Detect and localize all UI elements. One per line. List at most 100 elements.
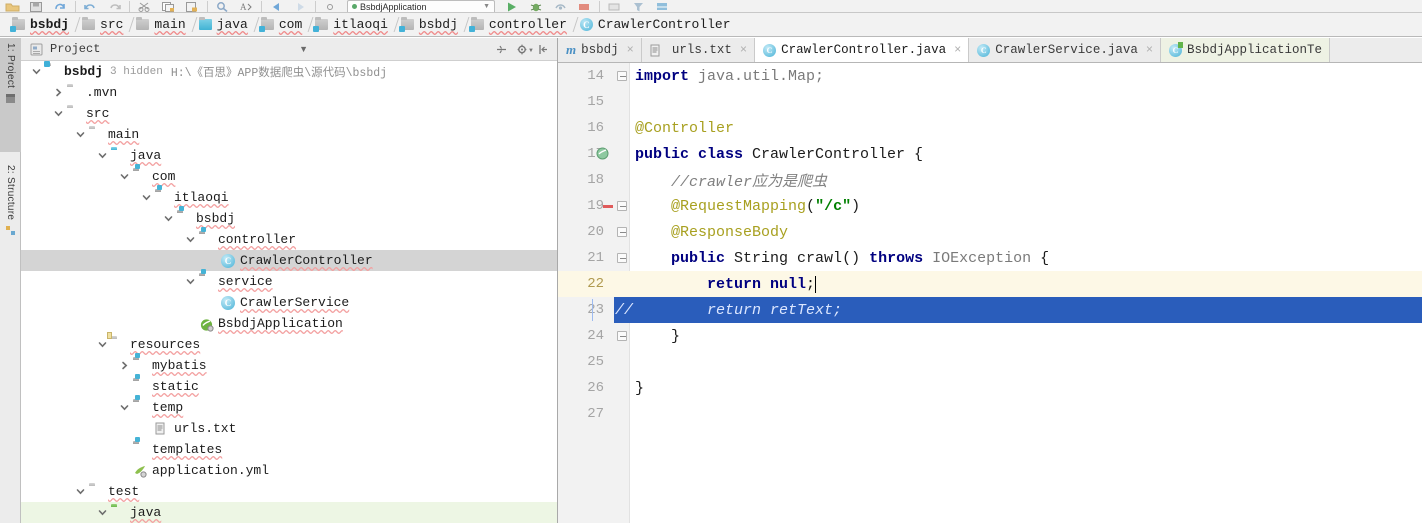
code-line-16[interactable]: 16 @Controller [558,115,1422,141]
back-icon[interactable] [269,1,284,12]
debug-icon[interactable] [529,1,544,12]
code-line-19[interactable]: 19 @RequestMapping("/c") [558,193,1422,219]
code-line-27[interactable]: 27 [558,401,1422,427]
breadcrumb-item-controller[interactable]: controller [467,13,576,36]
editor-tab-bsbdjapplicationte[interactable]: C BsbdjApplicationTe [1161,38,1331,62]
sidebar-item-project[interactable]: 1: Project [0,38,21,152]
breadcrumb-item-src[interactable]: src [78,13,132,36]
code-fold-icon[interactable] [617,253,627,263]
forward-icon[interactable] [293,1,308,12]
breadcrumb-item-com[interactable]: com [257,13,311,36]
code-fold-icon[interactable] [617,227,627,237]
editor-tab-crawlerservice-java[interactable]: C CrawlerService.java × [969,38,1162,62]
code-line-26[interactable]: 26} [558,375,1422,401]
code-line-15[interactable]: 15 [558,89,1422,115]
code-fold-icon[interactable] [617,201,627,211]
chevron-down-icon[interactable] [119,171,130,182]
chevron-down-icon[interactable] [185,234,196,245]
code-line-18[interactable]: 18 //crawler应为是爬虫 [558,167,1422,193]
cut-icon[interactable] [137,1,152,12]
close-icon[interactable]: × [1146,43,1153,57]
editor-tab-bsbdj[interactable]: m bsbdj × [558,38,642,62]
settings-icon[interactable] [323,1,338,12]
spring-bean-gutter-icon[interactable] [596,147,609,160]
tree-node-application-yml[interactable]: application.yml [21,460,557,481]
sync-icon[interactable] [53,1,68,12]
copy-icon[interactable] [161,1,176,12]
chevron-down-icon[interactable] [97,150,108,161]
tree-node-itlaoqi[interactable]: itlaoqi [21,185,557,208]
chevron-down-icon[interactable] [97,507,108,518]
breadcrumb-item-bsbdj-pkg[interactable]: bsbdj [397,13,467,36]
tree-node-controller[interactable]: controller [21,227,557,250]
chevron-right-icon[interactable] [53,87,64,98]
undo-icon[interactable] [83,1,98,12]
close-icon[interactable]: × [740,43,747,57]
find-icon[interactable] [215,1,230,12]
close-icon[interactable]: × [954,43,961,57]
stop-icon[interactable] [577,1,592,12]
close-icon[interactable]: × [627,43,634,57]
run-icon[interactable] [505,1,520,12]
chevron-down-icon[interactable] [163,213,174,224]
code-line-14[interactable]: 14 import java.util.Map; [558,63,1422,89]
tree-node-crawlercontroller[interactable]: C CrawlerController [21,250,557,271]
redo-icon[interactable] [107,1,122,12]
code-line-22[interactable]: 22 return null; [558,271,1422,297]
tree-node-bsbdjapplication[interactable]: BsbdjApplication [21,313,557,334]
code-line-25[interactable]: 25 [558,349,1422,375]
breadcrumb-item-itlaoqi[interactable]: itlaoqi [311,13,397,36]
project-structure-icon[interactable] [655,1,670,12]
tree-node-service[interactable]: service [21,269,557,292]
chevron-down-icon[interactable] [141,192,152,203]
editor-tab-crawlercontroller-java[interactable]: C CrawlerController.java × [755,38,970,62]
chevron-down-icon[interactable] [97,339,108,350]
tree-node-test[interactable]: test [21,481,557,502]
tree-node-urls-txt[interactable]: urls.txt [21,418,557,439]
tree-node-temp[interactable]: temp [21,395,557,418]
build-icon[interactable] [607,1,622,12]
tree-node-templates[interactable]: templates [21,437,557,460]
chevron-down-icon[interactable] [53,108,64,119]
chevron-down-icon[interactable] [119,402,130,413]
tree-node-java[interactable]: java [21,145,557,166]
code-line-23[interactable]: 23 // return retText; [558,297,1422,323]
tree-node-com[interactable]: com [21,164,557,187]
code-line-20[interactable]: 20 @ResponseBody [558,219,1422,245]
tree-node-resources[interactable]: resources [21,332,557,355]
tree-node-bsbdj[interactable]: bsbdj 3 hidden H:\《百思》APP数据爬虫\源代码\bsbdj [21,61,557,82]
code-line-21[interactable]: 21 public String crawl() throws IOExcept… [558,245,1422,271]
breadcrumb-item-crawlercontroller[interactable]: C CrawlerController [576,13,740,36]
save-all-icon[interactable] [29,1,44,12]
chevron-down-icon[interactable] [31,66,42,77]
tree-node--mvn[interactable]: .mvn [21,82,557,103]
tree-node-bsbdj[interactable]: bsbdj [21,206,557,229]
tree-node-static[interactable]: static [21,374,557,397]
chevron-down-icon[interactable] [75,129,86,140]
chevron-down-icon[interactable] [75,486,86,497]
chevron-down-icon[interactable]: ▼ [299,44,308,54]
folder-open-icon[interactable] [5,1,20,12]
project-tree[interactable]: bsbdj 3 hidden H:\《百思》APP数据爬虫\源代码\bsbdj .mv… [21,61,557,523]
code-editor[interactable]: 14 import java.util.Map; 15 16 @Controller 17… [558,63,1422,523]
paste-icon[interactable] [185,1,200,12]
collapse-all-icon[interactable] [494,42,509,57]
tree-node-src[interactable]: src [21,103,557,124]
tree-node-mybatis[interactable]: mybatis [21,353,557,376]
tree-node-crawlerservice[interactable]: C CrawlerService [21,292,557,313]
code-fold-icon[interactable] [617,331,627,341]
search-everywhere-icon[interactable] [631,1,646,12]
editor-tab-urls-txt[interactable]: urls.txt × [642,38,756,62]
breadcrumb-item-main[interactable]: main [132,13,194,36]
tree-node-java[interactable]: java [21,502,557,523]
settings-gear-icon[interactable]: ▼ [515,42,534,57]
breadcrumb-item-bsbdj[interactable]: bsbdj [8,13,78,36]
tree-node-main[interactable]: main [21,124,557,145]
code-fold-icon[interactable] [617,71,627,81]
breadcrumb-item-java[interactable]: java [195,13,257,36]
code-line-24[interactable]: 24 } [558,323,1422,349]
chevron-down-icon[interactable] [185,276,196,287]
run-configuration-selector[interactable]: BsbdjApplication ▼ [347,0,495,12]
chevron-right-icon[interactable] [119,360,130,371]
code-line-17[interactable]: 17 public class CrawlerController { [558,141,1422,167]
